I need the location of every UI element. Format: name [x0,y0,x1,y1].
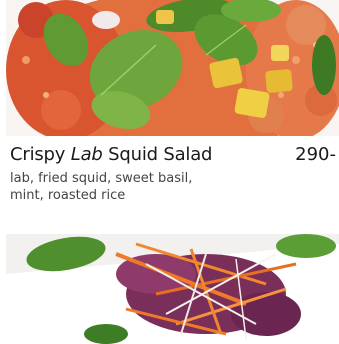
crispy-lab-squid-salad-photo [6,0,339,136]
item-description: lab, fried squid, sweet basil, mint, roa… [10,170,240,204]
item-description-line: mint, roasted rice [10,188,126,203]
item-title-prefix: Crispy [10,144,71,165]
item-price: 290- [295,144,336,165]
item-title-italic: Lab [70,144,103,165]
slaw-salad-photo [6,234,339,344]
item-title: Crispy Lab Squid Salad [10,144,212,166]
item-description-line: lab, fried squid, sweet basil, [10,171,193,186]
item-title-suffix: Squid Salad [102,144,213,165]
